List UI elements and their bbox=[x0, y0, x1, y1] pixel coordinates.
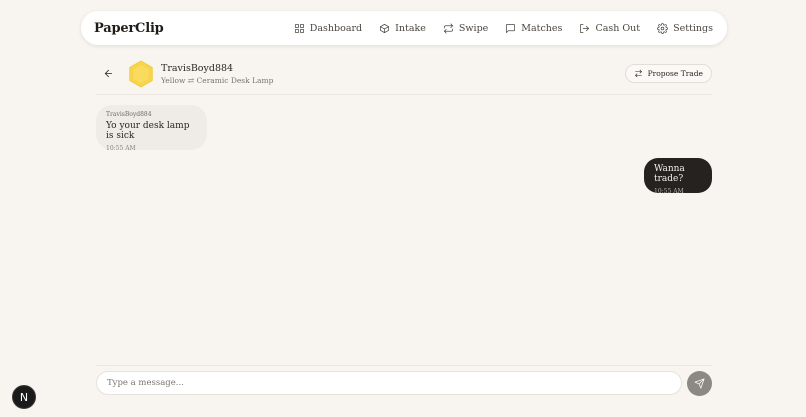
composer-divider bbox=[96, 365, 712, 366]
nav-swipe[interactable]: Swipe bbox=[443, 23, 488, 34]
logout-icon bbox=[580, 23, 590, 33]
message-input[interactable] bbox=[96, 371, 682, 395]
nav-matches[interactable]: Matches bbox=[505, 23, 562, 34]
message-text: Yo your desk lamp is sick bbox=[106, 121, 190, 141]
message-text: Wanna trade? bbox=[654, 164, 685, 184]
nav-matches-label: Matches bbox=[521, 22, 563, 34]
nav-links: Dashboard Intake Swipe Matches Cash Out … bbox=[294, 23, 713, 34]
message-icon bbox=[506, 23, 516, 33]
propose-trade-label: Propose Trade bbox=[647, 69, 703, 78]
send-icon bbox=[694, 378, 705, 389]
box-icon bbox=[380, 23, 390, 33]
back-button[interactable] bbox=[98, 64, 118, 84]
repeat-icon bbox=[443, 23, 453, 33]
nav-dashboard-label: Dashboard bbox=[309, 22, 363, 34]
message-time: 10:55 AM bbox=[654, 188, 684, 195]
incoming-message: TravisBoyd884 Yo your desk lamp is sick … bbox=[96, 105, 207, 152]
trade-summary: Yellow ⇄ Ceramic Desk Lamp bbox=[161, 75, 274, 85]
gear-icon bbox=[657, 22, 669, 34]
outgoing-message: Wanna trade? 10:55 AM bbox=[644, 158, 712, 195]
nav-dashboard[interactable]: Dashboard bbox=[294, 23, 362, 34]
message-sender: TravisBoyd884 bbox=[106, 111, 152, 118]
nav-settings[interactable]: Settings bbox=[657, 23, 713, 34]
arrow-left-icon bbox=[104, 69, 112, 78]
propose-trade-button[interactable]: Propose Trade bbox=[624, 64, 712, 83]
nav-intake-label: Intake bbox=[395, 22, 426, 34]
brand-logo[interactable]: PaperClip bbox=[94, 21, 164, 36]
nav-intake[interactable]: Intake bbox=[379, 23, 426, 34]
send-button[interactable] bbox=[687, 371, 712, 396]
chat-header: TravisBoyd884 Yellow ⇄ Ceramic Desk Lamp… bbox=[96, 53, 712, 95]
nav-cash-out-label: Cash Out bbox=[595, 22, 641, 34]
partner-name: TravisBoyd884 bbox=[161, 62, 234, 74]
top-nav: PaperClip Dashboard Intake Swipe Matches… bbox=[81, 11, 727, 45]
nav-swipe-label: Swipe bbox=[458, 22, 489, 34]
nav-cash-out[interactable]: Cash Out bbox=[579, 23, 640, 34]
avatar bbox=[129, 60, 153, 87]
message-time: 10:55 AM bbox=[106, 145, 136, 152]
swap-icon bbox=[634, 69, 642, 78]
nav-settings-label: Settings bbox=[673, 22, 713, 34]
chat-partner-info: TravisBoyd884 Yellow ⇄ Ceramic Desk Lamp bbox=[161, 63, 273, 85]
n-badge-button[interactable]: N bbox=[12, 385, 36, 409]
dashboard-icon bbox=[294, 23, 304, 33]
